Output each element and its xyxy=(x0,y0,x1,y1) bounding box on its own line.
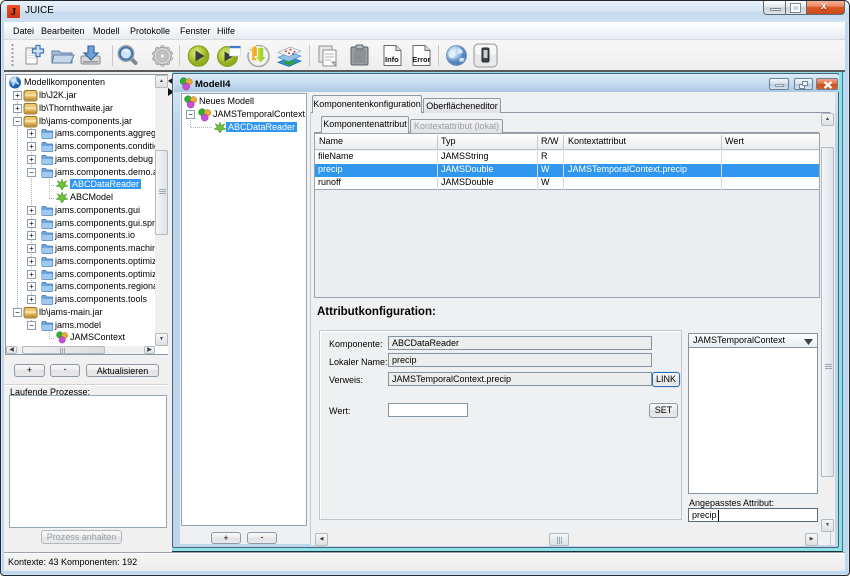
svg-text:Info: Info xyxy=(385,55,399,64)
svg-text:Error: Error xyxy=(412,55,430,64)
